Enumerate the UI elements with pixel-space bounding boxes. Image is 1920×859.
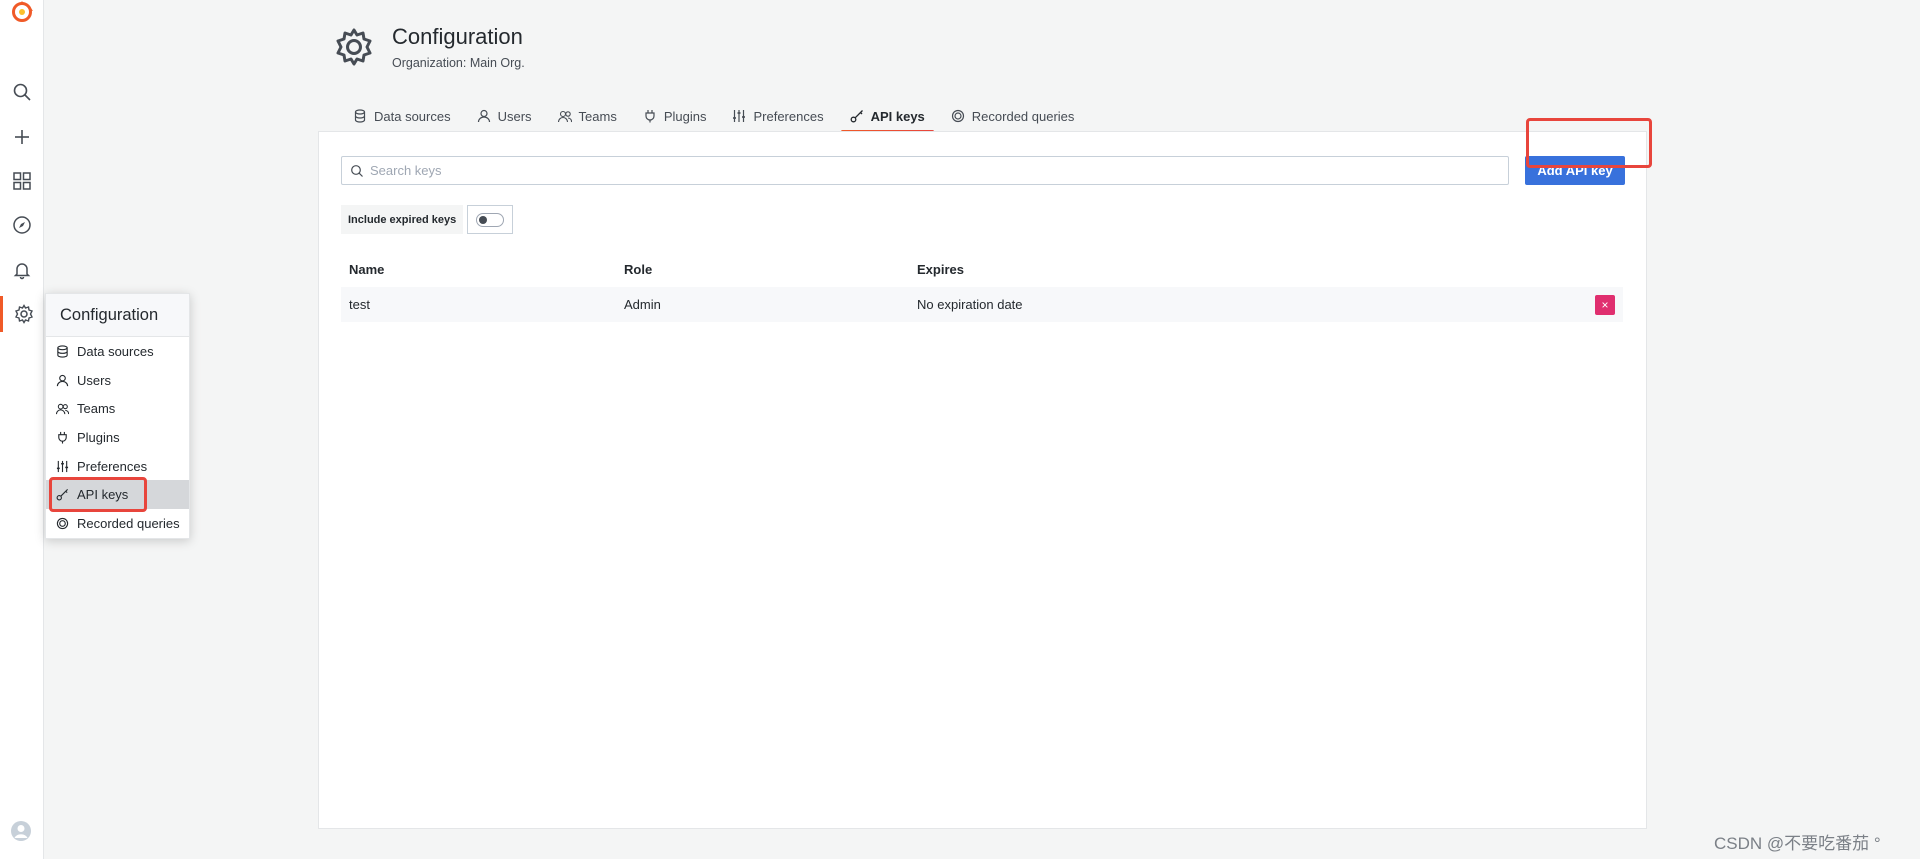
user-icon [56, 374, 69, 386]
watermark: CSDN @不要吃番茄 ° [1714, 834, 1881, 853]
tab-label: Teams [578, 108, 617, 124]
tab-recorded-queries[interactable]: Recorded queries [938, 101, 1088, 131]
nav-dashboards[interactable] [0, 163, 44, 199]
include-expired-label: Include expired keys [341, 205, 464, 234]
config-tabs: Data sources Users Teams Plugins Prefere… [340, 101, 1088, 133]
search-box[interactable] [341, 156, 1509, 185]
flyout-title[interactable]: Configuration [46, 294, 189, 337]
flyout-item-teams[interactable]: Teams [46, 394, 189, 423]
tab-label: Data sources [374, 108, 451, 124]
database-icon [354, 109, 366, 123]
include-expired-toggle-box[interactable] [467, 205, 514, 234]
cell-expires: No expiration date [917, 297, 1023, 312]
api-keys-highlight-box [49, 477, 147, 513]
gear-icon [14, 304, 33, 324]
tab-label: Users [497, 108, 532, 124]
flyout-item-plugins[interactable]: Plugins [46, 423, 189, 452]
flyout-item-label: Users [77, 372, 111, 388]
api-keys-panel: Add API key Include expired keys Name Ro… [318, 118, 1652, 829]
search-icon [13, 83, 31, 101]
tab-label: Plugins [663, 108, 707, 124]
include-expired-switch[interactable] [476, 212, 505, 227]
include-expired-control: Include expired keys [341, 205, 514, 234]
tab-users[interactable]: Users [464, 101, 545, 131]
tab-plugins[interactable]: Plugins [630, 101, 720, 131]
tab-label: Recorded queries [971, 108, 1075, 124]
database-icon [57, 345, 68, 358]
tab-api-keys[interactable]: API keys [837, 101, 938, 133]
column-header-role: Role [624, 262, 653, 277]
plus-icon [15, 130, 29, 144]
cell-name: test [349, 297, 370, 312]
flyout-item-label: Data sources [77, 343, 154, 359]
cell-role: Admin [624, 297, 661, 312]
plug-icon [645, 110, 655, 123]
dashboards-icon [13, 172, 31, 190]
flyout-item-label: Teams [77, 401, 116, 417]
delete-key-button[interactable]: × [1595, 295, 1615, 315]
column-header-expires: Expires [917, 262, 964, 277]
configuration-flyout-menu: Configuration Data sources Users Teams P… [45, 293, 190, 539]
page-header: Configuration Organization: Main Org. [334, 24, 525, 70]
flyout-item-label: Plugins [77, 429, 120, 445]
flyout-item-label: Recorded queries [77, 515, 180, 531]
add-button-highlight-box [1526, 118, 1652, 168]
column-header-name: Name [349, 262, 385, 277]
sliders-icon [56, 460, 69, 472]
flyout-item-users[interactable]: Users [46, 366, 189, 395]
nav-search[interactable] [0, 74, 44, 110]
bell-icon [13, 263, 31, 280]
users-icon [56, 404, 69, 415]
page-header-text: Configuration Organization: Main Org. [392, 24, 525, 70]
key-icon [850, 110, 863, 123]
page-title: Configuration [392, 24, 523, 49]
side-navigation [0, 0, 44, 859]
flyout-item-preferences[interactable]: Preferences [46, 452, 189, 481]
tab-preferences[interactable]: Preferences [719, 101, 836, 131]
flyout-item-label: Preferences [77, 458, 148, 474]
grafana-logo[interactable] [10, 0, 34, 24]
api-keys-table: Name Role Expires test Admin No expirati… [341, 252, 1623, 322]
flyout-item-recorded-queries[interactable]: Recorded queries [46, 509, 189, 538]
flyout-item-data-sources[interactable]: Data sources [46, 337, 189, 366]
tab-label: API keys [870, 108, 925, 124]
compass-icon [13, 216, 31, 234]
user-icon [477, 109, 490, 123]
nav-explore[interactable] [0, 207, 44, 243]
sliders-icon [733, 110, 746, 122]
table-header: Name Role Expires [341, 252, 1623, 287]
tab-data-sources[interactable]: Data sources [340, 101, 464, 131]
nav-create[interactable] [0, 119, 44, 155]
plug-icon [58, 431, 67, 444]
record-icon [56, 517, 69, 530]
tab-label: Preferences [753, 108, 824, 124]
tab-teams[interactable]: Teams [545, 101, 630, 131]
user-avatar-icon[interactable] [10, 820, 32, 842]
gear-icon [336, 28, 372, 66]
nav-configuration[interactable] [0, 296, 44, 332]
search-input[interactable] [370, 163, 1470, 178]
users-icon [557, 110, 572, 123]
table-row: test Admin No expiration date × [341, 287, 1623, 322]
record-icon [951, 109, 964, 123]
flyout-item-api-keys[interactable]: API keys [46, 477, 189, 513]
page-subtitle: Organization: Main Org. [392, 56, 525, 70]
search-icon [351, 164, 363, 177]
nav-alerting[interactable] [0, 252, 44, 288]
